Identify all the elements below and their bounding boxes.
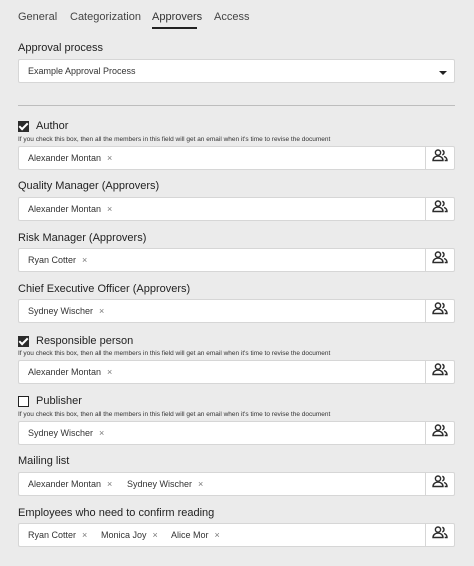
publisher-checkbox[interactable] <box>18 396 29 407</box>
users-icon <box>432 424 448 442</box>
users-icon <box>432 526 448 544</box>
chief-executive-officer-approvers-pick-users-button[interactable] <box>425 299 455 323</box>
member-name: Ryan Cotter <box>28 255 77 265</box>
member-name: Alice Mor <box>171 530 209 540</box>
remove-member-icon[interactable]: × <box>99 306 104 316</box>
member-chip: Alexander Montan × <box>28 473 112 495</box>
member-chip: Alexander Montan × <box>28 198 112 220</box>
member-chip: Alexander Montan × <box>28 361 112 383</box>
users-icon <box>432 251 448 269</box>
publisher-label: Publisher <box>36 395 82 407</box>
approval-process-value: Example Approval Process <box>28 66 136 76</box>
remove-member-icon[interactable]: × <box>99 428 104 438</box>
tab-approvers[interactable]: Approvers <box>152 11 202 23</box>
risk-manager-approvers-pick-users-button[interactable] <box>425 248 455 272</box>
author-checkbox[interactable] <box>18 121 29 132</box>
member-name: Alexander Montan <box>28 479 102 489</box>
member-name: Sydney Wischer <box>28 306 94 316</box>
chief-executive-officer-approvers-label: Chief Executive Officer (Approvers) <box>18 283 191 295</box>
responsible-person-members-field[interactable]: Alexander Montan × <box>18 360 425 384</box>
author-hint: If you check this box, then all the memb… <box>18 136 331 143</box>
member-name: Monica Joy <box>101 530 147 540</box>
users-icon <box>432 200 448 218</box>
remove-member-icon[interactable]: × <box>215 530 220 540</box>
employees-who-need-to-confirm-reading-pick-users-button[interactable] <box>425 523 455 547</box>
member-chip: Sydney Wischer × <box>28 300 104 322</box>
approval-process-select[interactable]: Example Approval Process <box>18 59 455 83</box>
employees-who-need-to-confirm-reading-members-field[interactable]: Ryan Cotter × Monica Joy × Alice Mor × <box>18 523 425 547</box>
chief-executive-officer-approvers-members-field[interactable]: Sydney Wischer × <box>18 299 425 323</box>
member-name: Alexander Montan <box>28 367 102 377</box>
caret-down-icon <box>439 71 447 75</box>
member-name: Alexander Montan <box>28 204 102 214</box>
responsible-person-checkbox[interactable] <box>18 336 29 347</box>
mailing-list-label: Mailing list <box>18 455 70 467</box>
member-chip: Ryan Cotter × <box>28 524 87 546</box>
publisher-members-field[interactable]: Sydney Wischer × <box>18 421 425 445</box>
author-members-field[interactable]: Alexander Montan × <box>18 146 425 170</box>
users-icon <box>432 475 448 493</box>
responsible-person-pick-users-button[interactable] <box>425 360 455 384</box>
mailing-list-pick-users-button[interactable] <box>425 472 455 496</box>
member-chip: Sydney Wischer × <box>127 473 203 495</box>
member-name: Alexander Montan <box>28 153 102 163</box>
remove-member-icon[interactable]: × <box>82 530 87 540</box>
tab-general[interactable]: General <box>18 11 57 23</box>
risk-manager-approvers-label: Risk Manager (Approvers) <box>18 232 147 244</box>
mailing-list-members-field[interactable]: Alexander Montan × Sydney Wischer × <box>18 472 425 496</box>
member-chip: Alexander Montan × <box>28 147 112 169</box>
remove-member-icon[interactable]: × <box>198 479 203 489</box>
remove-member-icon[interactable]: × <box>107 153 112 163</box>
quality-manager-approvers-pick-users-button[interactable] <box>425 197 455 221</box>
responsible-person-hint: If you check this box, then all the memb… <box>18 350 331 357</box>
remove-member-icon[interactable]: × <box>107 479 112 489</box>
risk-manager-approvers-members-field[interactable]: Ryan Cotter × <box>18 248 425 272</box>
publisher-pick-users-button[interactable] <box>425 421 455 445</box>
member-name: Sydney Wischer <box>127 479 193 489</box>
tab-access[interactable]: Access <box>214 11 249 23</box>
approval-process-label: Approval process <box>18 42 103 54</box>
member-chip: Alice Mor × <box>171 524 220 546</box>
remove-member-icon[interactable]: × <box>153 530 158 540</box>
responsible-person-label: Responsible person <box>36 335 134 347</box>
users-icon <box>432 363 448 381</box>
publisher-hint: If you check this box, then all the memb… <box>18 411 331 418</box>
member-chip: Sydney Wischer × <box>28 422 104 444</box>
member-chip: Ryan Cotter × <box>28 249 87 271</box>
users-icon <box>432 302 448 320</box>
employees-who-need-to-confirm-reading-label: Employees who need to confirm reading <box>18 507 215 519</box>
author-label: Author <box>36 120 69 132</box>
member-name: Ryan Cotter <box>28 530 77 540</box>
quality-manager-approvers-label: Quality Manager (Approvers) <box>18 180 160 192</box>
member-name: Sydney Wischer <box>28 428 94 438</box>
author-pick-users-button[interactable] <box>425 146 455 170</box>
remove-member-icon[interactable]: × <box>82 255 87 265</box>
users-icon <box>432 149 448 167</box>
remove-member-icon[interactable]: × <box>107 204 112 214</box>
section-divider <box>18 105 455 106</box>
member-chip: Monica Joy × <box>101 524 158 546</box>
active-tab-indicator <box>152 27 197 29</box>
tab-categorization[interactable]: Categorization <box>70 11 141 23</box>
quality-manager-approvers-members-field[interactable]: Alexander Montan × <box>18 197 425 221</box>
remove-member-icon[interactable]: × <box>107 367 112 377</box>
